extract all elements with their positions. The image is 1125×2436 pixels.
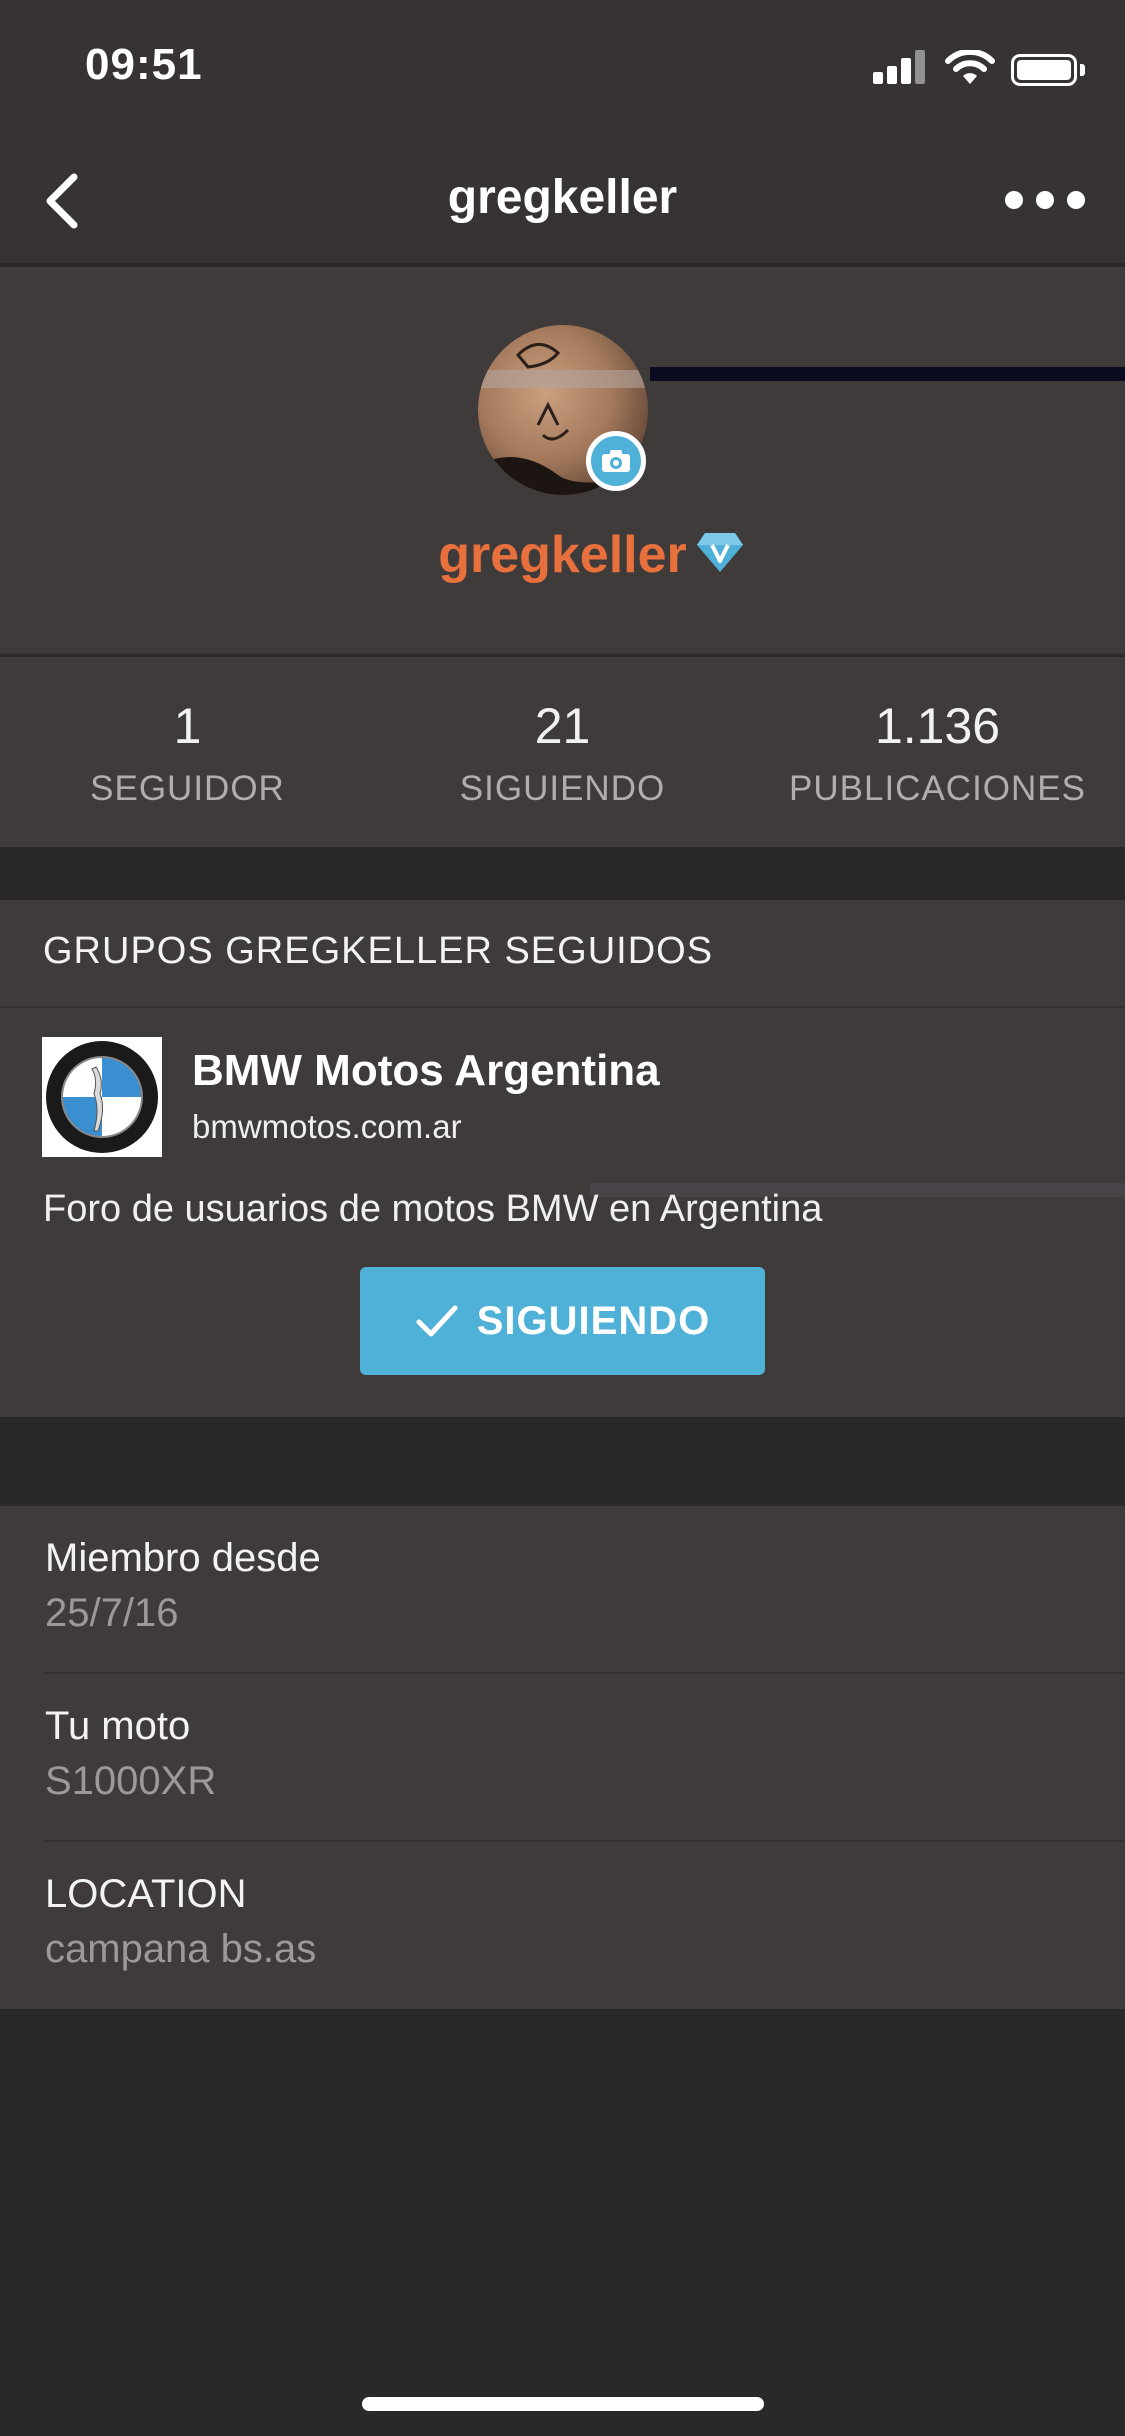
more-dots-icon[interactable] [1005,185,1085,215]
group-name[interactable]: BMW Motos Argentina [192,1046,660,1096]
image-artifact [650,367,1125,381]
status-time: 09:51 [85,40,203,89]
profile-username: gregkeller [438,526,687,584]
stat-value: 21 [534,698,591,754]
info-label: Miembro desde [45,1536,321,1580]
info-label: LOCATION [45,1872,247,1916]
info-value: campana bs.as [45,1927,317,1971]
following-button-label: SIGUIENDO [476,1298,711,1343]
stats-row: 1 SEGUIDOR 21 SIGUIENDO 1.136 PUBLICACIO… [0,657,1125,847]
group-logo[interactable] [42,1037,162,1157]
info-row-motorcycle: Tu moto S1000XR [0,1674,1125,1842]
groups-section: GRUPOS GREGKELLER SEGUIDOS BMW Motos Arg… [0,900,1125,1417]
stat-value: 1 [173,698,202,754]
stat-posts[interactable]: 1.136 PUBLICACIONES [750,697,1125,809]
stat-followers[interactable]: 1 SEGUIDOR [0,697,375,809]
group-url: bmwmotos.com.ar [192,1108,462,1145]
verified-diamond-icon [697,533,743,572]
stat-label: PUBLICACIONES [789,769,1086,808]
stat-label: SEGUIDOR [90,769,285,808]
status-icons [873,48,1085,88]
info-section: Miembro desde 25/7/16 Tu moto S1000XR LO… [0,1506,1125,2009]
signal-icon [873,48,928,88]
stat-following[interactable]: 21 SIGUIENDO [375,697,750,809]
profile-card: gregkeller [0,267,1125,655]
stat-label: SIGUIENDO [459,769,666,808]
stat-value: 1.136 [874,698,1001,754]
group-description: Foro de usuarios de motos BMW en Argenti… [43,1188,823,1230]
info-value: 25/7/16 [45,1591,179,1635]
home-indicator[interactable] [362,2397,764,2411]
info-row-member-since: Miembro desde 25/7/16 [0,1506,1125,1674]
nav-title: gregkeller [447,171,678,224]
checkmark-icon [416,1305,458,1337]
groups-title: GRUPOS GREGKELLER SEGUIDOS [43,930,714,972]
info-row-location: LOCATION campana bs.as [0,1842,1125,2010]
following-button[interactable]: SIGUIENDO [360,1267,765,1375]
battery-icon [1011,54,1077,86]
header: 09:51 gregkeller [0,0,1125,265]
info-value: S1000XR [45,1759,217,1803]
divider [0,1006,1125,1008]
wifi-icon [945,50,995,84]
camera-icon[interactable] [586,431,646,491]
info-label: Tu moto [45,1704,191,1748]
